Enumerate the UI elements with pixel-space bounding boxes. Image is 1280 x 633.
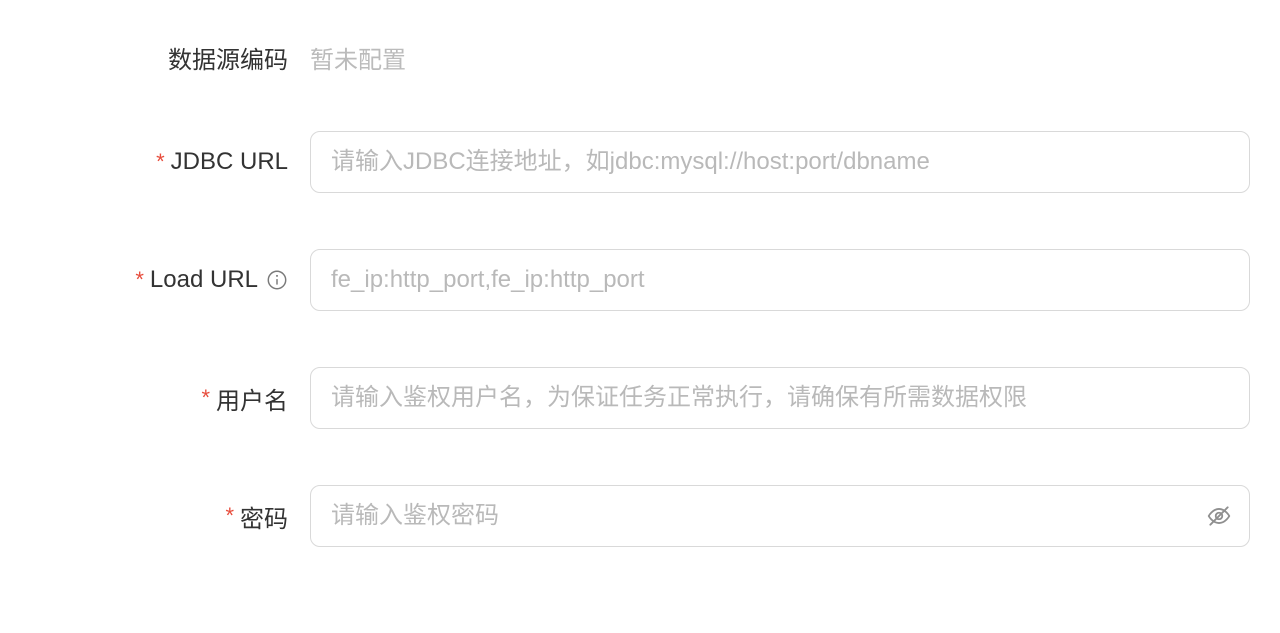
label-col-datasource-code: 数据源编码 xyxy=(30,40,310,75)
input-col-load-url xyxy=(310,249,1250,311)
label-load-url: Load URL xyxy=(150,266,258,294)
input-col-username xyxy=(310,367,1250,429)
input-col-password xyxy=(310,485,1250,547)
load-url-input[interactable] xyxy=(310,249,1250,311)
label-datasource-code: 数据源编码 xyxy=(168,40,288,75)
row-jdbc-url: * JDBC URL xyxy=(30,131,1250,193)
username-input[interactable] xyxy=(310,367,1250,429)
required-mark: * xyxy=(225,505,234,527)
label-col-load-url: * Load URL xyxy=(30,266,310,294)
label-jdbc-url: JDBC URL xyxy=(171,148,288,176)
label-col-jdbc-url: * JDBC URL xyxy=(30,148,310,176)
input-wrap-username xyxy=(310,367,1250,429)
input-wrap-load-url xyxy=(310,249,1250,311)
input-wrap-password xyxy=(310,485,1250,547)
eye-off-icon[interactable] xyxy=(1206,503,1232,529)
row-datasource-code: 数据源编码 暂未配置 xyxy=(30,40,1250,75)
row-username: * 用户名 xyxy=(30,367,1250,429)
jdbc-url-input[interactable] xyxy=(310,131,1250,193)
required-mark: * xyxy=(135,269,144,291)
value-datasource-code: 暂未配置 xyxy=(310,47,406,74)
label-col-password: * 密码 xyxy=(30,499,310,534)
label-username: 用户名 xyxy=(216,381,288,416)
label-col-username: * 用户名 xyxy=(30,381,310,416)
input-col-jdbc-url xyxy=(310,131,1250,193)
row-load-url: * Load URL xyxy=(30,249,1250,311)
value-col-datasource-code: 暂未配置 xyxy=(310,40,1250,75)
label-password: 密码 xyxy=(240,499,288,534)
row-password: * 密码 xyxy=(30,485,1250,547)
info-icon[interactable] xyxy=(266,269,288,291)
required-mark: * xyxy=(201,387,210,409)
required-mark: * xyxy=(156,151,165,173)
input-wrap-jdbc-url xyxy=(310,131,1250,193)
password-input[interactable] xyxy=(310,485,1250,547)
